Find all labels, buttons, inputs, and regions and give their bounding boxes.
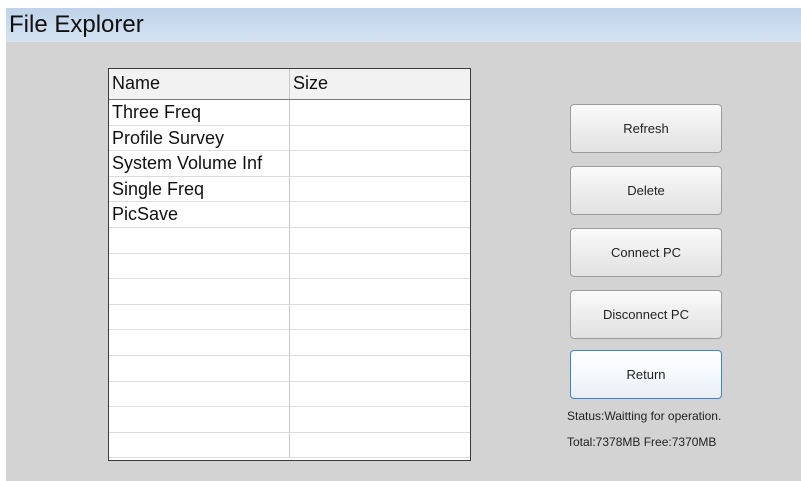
file-size-cell	[290, 202, 470, 227]
file-name-cell	[109, 355, 290, 381]
status-text: Status:Waitting for operation.	[567, 409, 722, 423]
file-size-cell	[290, 356, 470, 381]
file-size-cell	[290, 305, 470, 330]
table-row[interactable]	[109, 330, 470, 356]
file-name-cell	[109, 227, 290, 253]
file-name-cell: Single Freq	[109, 176, 290, 202]
storage-info-text: Total:7378MB Free:7370MB	[567, 435, 717, 449]
file-name-cell	[109, 432, 290, 458]
window-title: File Explorer	[9, 11, 144, 38]
file-size-cell	[290, 100, 470, 125]
file-size-cell	[290, 382, 470, 407]
file-name-cell: Profile Survey	[109, 125, 290, 151]
file-name-cell	[109, 407, 290, 432]
table-row[interactable]: Profile Survey	[109, 125, 470, 152]
file-size-cell	[290, 407, 470, 432]
table-row[interactable]	[109, 432, 470, 459]
disconnect-pc-button[interactable]: Disconnect PC	[570, 290, 722, 339]
file-size-cell	[290, 126, 470, 151]
table-header: Name Size	[109, 69, 470, 100]
file-size-cell	[290, 151, 470, 176]
column-header-name[interactable]: Name	[109, 69, 290, 99]
delete-button[interactable]: Delete	[570, 166, 722, 215]
table-row[interactable]	[109, 381, 470, 408]
file-name-cell: Three Freq	[109, 100, 290, 125]
table-row[interactable]	[109, 304, 470, 331]
return-button[interactable]: Return	[570, 350, 722, 399]
file-list-table[interactable]: Name Size Three Freq Profile Survey System…	[108, 68, 471, 461]
file-name-cell: System Volume Inf	[109, 151, 290, 176]
file-size-cell	[290, 254, 470, 279]
file-size-cell	[290, 279, 470, 304]
table-row[interactable]: PicSave	[109, 202, 470, 228]
table-row[interactable]: System Volume Inf	[109, 151, 470, 177]
table-row[interactable]: Three Freq	[109, 100, 470, 126]
table-row[interactable]: Single Freq	[109, 176, 470, 203]
file-size-cell	[290, 330, 470, 355]
file-name-cell	[109, 330, 290, 355]
file-size-cell	[290, 177, 470, 202]
file-name-cell	[109, 253, 290, 279]
file-name-cell	[109, 279, 290, 304]
refresh-button[interactable]: Refresh	[570, 104, 722, 153]
table-row[interactable]	[109, 355, 470, 382]
connect-pc-button[interactable]: Connect PC	[570, 228, 722, 277]
file-explorer-window: File Explorer Name Size Three Freq Profil…	[6, 8, 801, 481]
table-row[interactable]	[109, 279, 470, 305]
table-body: Three Freq Profile Survey System Volume In…	[109, 100, 470, 459]
title-bar: File Explorer	[6, 8, 801, 42]
file-name-cell	[109, 304, 290, 330]
file-name-cell	[109, 381, 290, 407]
table-row[interactable]	[109, 227, 470, 254]
file-size-cell	[290, 433, 470, 458]
table-row[interactable]	[109, 407, 470, 433]
column-header-size[interactable]: Size	[290, 69, 470, 99]
file-name-cell: PicSave	[109, 202, 290, 227]
table-row[interactable]	[109, 253, 470, 280]
file-size-cell	[290, 228, 470, 253]
